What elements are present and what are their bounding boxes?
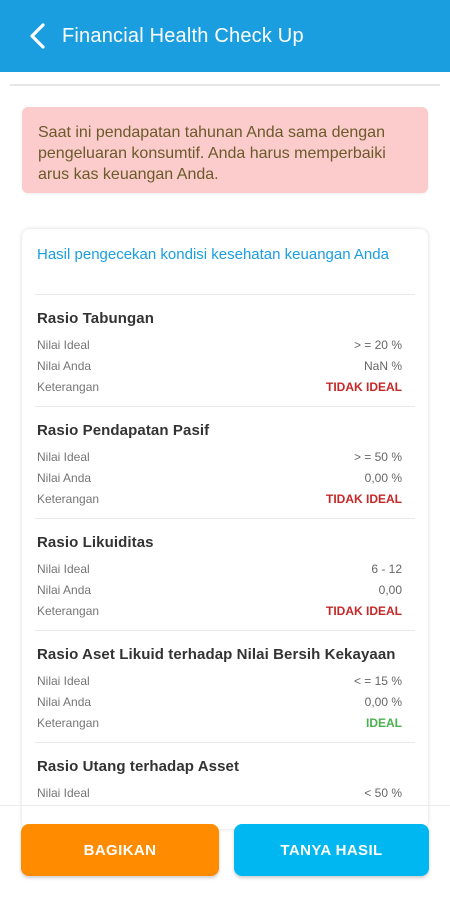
bottom-divider <box>0 805 450 806</box>
share-button[interactable]: BAGIKAN <box>21 824 219 876</box>
your-value: NaN % <box>363 358 402 373</box>
your-value: 0,00 <box>378 582 402 597</box>
status-badge: TIDAK IDEAL <box>326 379 402 394</box>
alert-message: Saat ini pendapatan tahunan Anda sama de… <box>38 124 386 183</box>
your-value-label: Nilai Anda <box>37 358 92 373</box>
note-label: Keterangan <box>37 603 100 618</box>
ideal-value: 6 - 12 <box>371 561 402 576</box>
your-value: 0,00 % <box>364 470 402 485</box>
page-title: Financial Health Check Up <box>62 24 304 47</box>
ideal-row: Nilai Ideal > = 50 % <box>37 446 402 467</box>
ratio-section-passive-income: Rasio Pendapatan Pasif Nilai Ideal > = 5… <box>35 407 415 519</box>
ideal-value: > = 20 % <box>353 337 402 352</box>
your-value: 0,00 % <box>364 694 402 709</box>
ideal-value: > = 50 % <box>353 449 402 464</box>
ideal-label: Nilai Ideal <box>37 449 90 464</box>
app-bar: Financial Health Check Up <box>0 0 450 72</box>
ratio-title: Rasio Pendapatan Pasif <box>37 422 210 439</box>
your-value-row: Nilai Anda NaN % <box>37 355 402 376</box>
warning-alert: Saat ini pendapatan tahunan Anda sama de… <box>22 107 428 193</box>
status-badge: IDEAL <box>366 715 402 730</box>
ideal-label: Nilai Ideal <box>37 673 90 688</box>
status-badge: TIDAK IDEAL <box>326 491 402 506</box>
ratio-title: Rasio Aset Likuid terhadap Nilai Bersih … <box>37 646 396 663</box>
note-label: Keterangan <box>37 491 100 506</box>
divider <box>10 84 440 86</box>
back-button[interactable] <box>16 14 60 58</box>
ideal-label: Nilai Ideal <box>37 337 90 352</box>
chevron-left-icon <box>30 23 45 49</box>
ideal-row: Nilai Ideal < = 15 % <box>37 670 402 691</box>
result-card-title: Hasil pengecekan kondisi kesehatan keuan… <box>35 229 415 295</box>
ratio-title: Rasio Tabungan <box>37 310 154 327</box>
ideal-value: < = 15 % <box>353 673 402 688</box>
note-row: Keterangan TIDAK IDEAL <box>37 600 402 621</box>
ratio-section-liquid-assets: Rasio Aset Likuid terhadap Nilai Bersih … <box>35 631 415 743</box>
ask-result-button[interactable]: TANYA HASIL <box>234 824 429 876</box>
note-label: Keterangan <box>37 715 100 730</box>
note-row: Keterangan TIDAK IDEAL <box>37 376 402 397</box>
ideal-label: Nilai Ideal <box>37 785 90 800</box>
your-value-row: Nilai Anda 0,00 <box>37 579 402 600</box>
ratio-section-debt-to-asset: Rasio Utang terhadap Asset Nilai Ideal <… <box>35 743 415 829</box>
ideal-value: < 50 % <box>364 785 402 800</box>
ratio-section-savings: Rasio Tabungan Nilai Ideal > = 20 % Nila… <box>35 295 415 407</box>
ideal-label: Nilai Ideal <box>37 561 90 576</box>
note-row: Keterangan TIDAK IDEAL <box>37 488 402 509</box>
ideal-row: Nilai Ideal > = 20 % <box>37 334 402 355</box>
your-value-label: Nilai Anda <box>37 470 92 485</box>
note-label: Keterangan <box>37 379 100 394</box>
your-value-label: Nilai Anda <box>37 694 92 709</box>
your-value-row: Nilai Anda 0,00 % <box>37 691 402 712</box>
your-value-row: Nilai Anda 0,00 % <box>37 467 402 488</box>
status-badge: TIDAK IDEAL <box>326 603 402 618</box>
your-value-label: Nilai Anda <box>37 582 92 597</box>
note-row: Keterangan IDEAL <box>37 712 402 733</box>
ratio-title: Rasio Likuiditas <box>37 534 154 551</box>
result-card[interactable]: Hasil pengecekan kondisi kesehatan keuan… <box>22 229 428 829</box>
ideal-row: Nilai Ideal 6 - 12 <box>37 558 402 579</box>
ratio-title: Rasio Utang terhadap Asset <box>37 758 240 775</box>
ratio-section-liquidity: Rasio Likuiditas Nilai Ideal 6 - 12 Nila… <box>35 519 415 631</box>
ideal-row: Nilai Ideal < 50 % <box>37 782 402 803</box>
